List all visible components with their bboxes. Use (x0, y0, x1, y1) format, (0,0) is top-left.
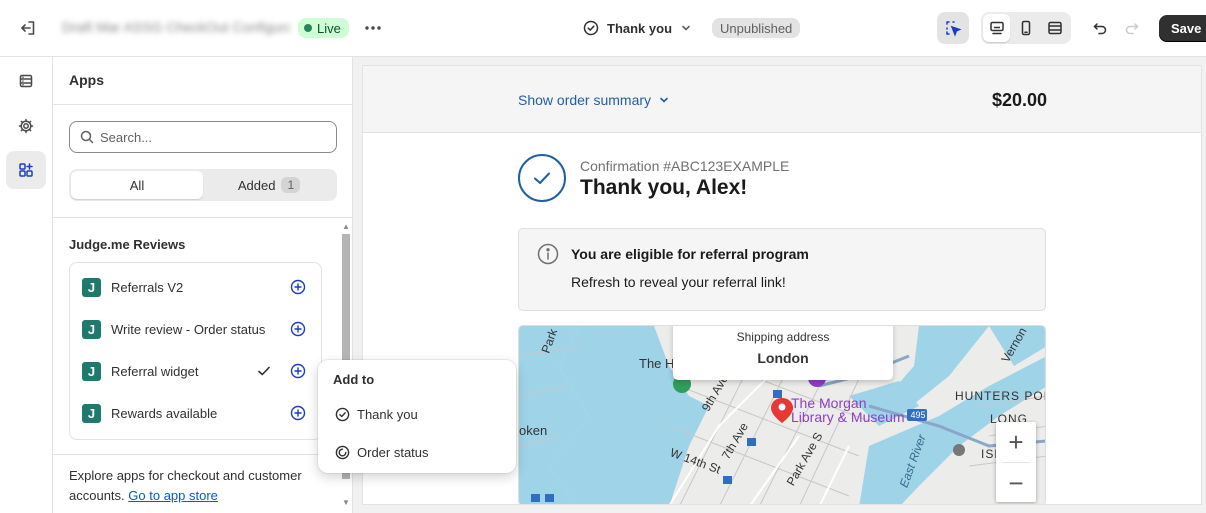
app-blocks-card: J Referrals V2 J Write review - Order st… (69, 262, 322, 440)
divider (53, 454, 340, 455)
app-block-item[interactable]: J Referral widget (82, 360, 312, 382)
search-input[interactable] (100, 129, 320, 145)
chevron-down-icon (660, 97, 668, 103)
divider (53, 104, 352, 105)
referral-notice: You are eligible for referral program Re… (518, 228, 1046, 311)
add-circle-icon[interactable] (289, 404, 307, 422)
app-group-title: Judge.me Reviews (69, 237, 186, 252)
referral-notice-title: You are eligible for referral program (571, 246, 809, 262)
app-logo-icon: J (82, 277, 101, 297)
settings-gear-icon[interactable] (6, 107, 46, 145)
tab-added-label: Added (237, 177, 276, 193)
page-selector-label: Thank you (607, 20, 673, 36)
scroll-down-arrow-icon[interactable]: ▼ (342, 498, 350, 507)
page-selector[interactable]: Thank you (583, 18, 692, 38)
order-summary-label: Show order summary (518, 92, 652, 108)
apps-panel: Apps All Added 1 Judge.me Reviews J Refe… (53, 57, 353, 513)
add-circle-icon[interactable] (289, 278, 307, 296)
order-summary-bar: Show order summary $20.00 (363, 66, 1201, 133)
checkout-config-title: Draft Mar ASSG CheckOut Configuration (62, 19, 290, 35)
app-store-link[interactable]: Go to app store (128, 488, 218, 503)
status-badge: Unpublished (712, 18, 801, 38)
inspector-select-icon[interactable] (937, 12, 969, 44)
sections-icon[interactable] (6, 62, 46, 100)
map-zoom-controls: + − (996, 422, 1036, 502)
mobile-view-icon[interactable] (1012, 14, 1039, 42)
popover-title: Add to (333, 372, 375, 387)
desktop-view-icon[interactable] (983, 14, 1011, 42)
device-toggle-group (981, 12, 1071, 44)
app-block-name: Rewards available (111, 405, 218, 421)
live-label: Live (317, 20, 341, 36)
confirmation-number: Confirmation #ABC123EXAMPLE (580, 158, 790, 174)
check-circle-icon (335, 407, 350, 421)
add-to-popover: Add to Thank you Order status (318, 360, 516, 473)
undo-icon[interactable] (1088, 16, 1112, 40)
tab-all-label: All (129, 177, 145, 193)
chevron-down-icon (682, 25, 690, 31)
fullscreen-view-icon[interactable] (1042, 14, 1069, 42)
app-store-promo: Explore apps for checkout and customer a… (69, 466, 331, 506)
added-count-badge: 1 (281, 177, 301, 193)
panel-title: Apps (69, 72, 104, 88)
option-label: Order status (357, 444, 429, 460)
app-block-item[interactable]: J Write review - Order status (82, 318, 312, 340)
filter-tabs: All Added 1 (69, 169, 337, 201)
apps-icon[interactable] (6, 151, 46, 189)
redo-icon[interactable] (1120, 16, 1144, 40)
zoom-in-button[interactable]: + (996, 422, 1036, 462)
shipping-city: London (757, 350, 809, 366)
live-dot-icon (304, 24, 312, 32)
exit-icon[interactable] (16, 16, 40, 40)
checkmark-icon (258, 366, 270, 376)
highway-shield: 495 (910, 410, 926, 420)
thank-you-heading: Thank you, Alex! (580, 176, 748, 199)
shipping-address-label: Shipping address (736, 330, 830, 344)
shipping-map[interactable]: Park The H 9th Ave 7th Ave W 14th St Par… (518, 325, 1046, 504)
divider (53, 217, 352, 218)
confirmation-check-icon (518, 154, 566, 202)
add-to-thank-you-option[interactable]: Thank you (326, 399, 508, 429)
scroll-up-arrow-icon[interactable]: ▲ (342, 222, 350, 231)
info-icon (537, 243, 559, 265)
map-poi-name: The Morgan (791, 395, 867, 411)
app-logo-icon: J (82, 319, 101, 339)
app-block-name: Referral widget (111, 363, 199, 379)
show-order-summary-toggle[interactable]: Show order summary (518, 92, 670, 108)
top-bar: Draft Mar ASSG CheckOut Configuration Li… (0, 0, 1206, 57)
map-poi-name: Library & Museum (791, 409, 905, 425)
save-button[interactable]: Save (1159, 15, 1206, 42)
search-box (69, 121, 337, 153)
zoom-out-button[interactable]: − (996, 463, 1036, 503)
add-circle-icon[interactable] (289, 362, 307, 380)
app-block-name: Referrals V2 (111, 279, 184, 295)
app-block-item[interactable]: J Referrals V2 (82, 276, 312, 298)
editor-rail (0, 57, 53, 513)
app-block-item[interactable]: J Rewards available (82, 402, 312, 424)
order-status-icon (335, 445, 350, 459)
app-block-name: Write review - Order status (111, 321, 266, 337)
map-label: The H (639, 356, 675, 371)
order-total: $20.00 (991, 90, 1047, 110)
option-label: Thank you (357, 406, 418, 422)
map-label: HUNTERS POIN (955, 389, 1045, 403)
map-label: oken (519, 423, 548, 438)
tab-added[interactable]: Added 1 (203, 171, 335, 199)
check-circle-icon (583, 20, 599, 36)
tab-all[interactable]: All (71, 171, 203, 199)
app-logo-icon: J (82, 361, 101, 381)
more-actions-icon[interactable] (360, 16, 386, 40)
search-icon (80, 130, 94, 144)
live-badge: Live (298, 18, 349, 38)
add-to-order-status-option[interactable]: Order status (326, 437, 508, 467)
app-logo-icon: J (82, 403, 101, 423)
shipping-address-card: Shipping address London (673, 326, 893, 380)
referral-notice-body: Refresh to reveal your referral link! (571, 274, 786, 290)
add-circle-icon[interactable] (289, 320, 307, 338)
